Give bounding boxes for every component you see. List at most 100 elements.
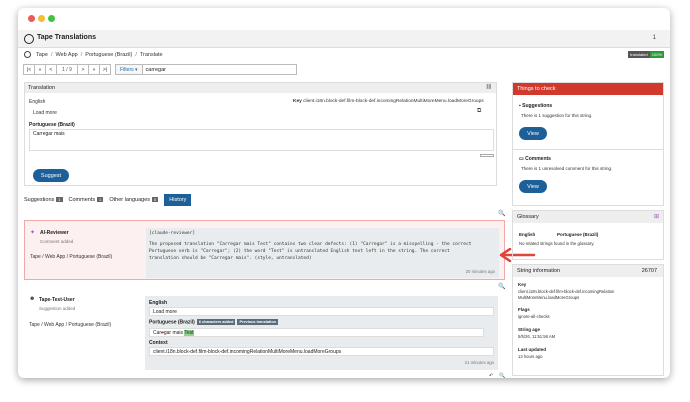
divider (513, 149, 663, 150)
status-badge-label: translated (628, 51, 650, 58)
things-to-check-card: Things to check ▪ Suggestions There is 1… (512, 82, 664, 206)
search-input[interactable]: carregar (142, 64, 297, 75)
diff-added: Test (184, 330, 194, 336)
author-name[interactable]: Tape-Test-User (39, 297, 75, 303)
key-value-line: MultiMoreMenu.loadMoreGroups (518, 295, 580, 300)
key-label: Key (293, 99, 302, 104)
suggestion-box: English Load more Portuguese (Brazil) 6 c… (145, 296, 498, 370)
translation-value: Carregar mais (33, 131, 65, 137)
glossary-empty: No related strings found in the glossary… (519, 241, 595, 246)
glossary-card: Glossary ⊞ English Portuguese (Brazil) N… (512, 210, 664, 260)
suggestions-check-text: There is 1 suggestion for this string. (521, 113, 593, 118)
tab-comments[interactable]: Comments 1 (69, 197, 104, 203)
last-button[interactable]: >| (99, 64, 111, 75)
author-name[interactable]: AI-Reviewer (40, 230, 69, 236)
comment-line: The proposed translation "Carregar mais … (149, 242, 472, 247)
zoom-dot[interactable] (48, 15, 55, 22)
string-info-card: String information 26707 Key client.i18n… (512, 264, 664, 376)
tabs: Suggestions 1 Comments 1 Other languages 0 … (24, 194, 192, 206)
tab-other-languages[interactable]: Other languages 0 (109, 197, 159, 203)
user-avatar-icon: ☻ (29, 296, 36, 302)
crumb[interactable]: Web App (45, 254, 65, 260)
link-icon[interactable]: ⛓ (486, 84, 492, 90)
revert-icon[interactable]: ↶ (489, 373, 493, 378)
glossary-col-portuguese: Portuguese (Brazil) (557, 232, 599, 237)
timestamp: 21 minutes ago (464, 360, 494, 365)
age-value: 5/5/26, 11:51:56 AM (518, 334, 556, 339)
close-dot[interactable] (28, 15, 35, 22)
target-language: Portuguese (Brazil) (29, 122, 75, 128)
diff-value: Caregar mais Test (149, 328, 484, 337)
portuguese-label-text: Portuguese (Brazil) (149, 319, 195, 326)
string-info-title: String information (517, 268, 561, 274)
top-navbar: Tape Translations 1 (18, 30, 670, 48)
tab-label: Other languages (109, 197, 151, 203)
flags-label: Flags (518, 307, 530, 312)
breadcrumb-item[interactable]: Web App (55, 52, 77, 58)
zoom-icon[interactable]: 🔍 (498, 283, 505, 290)
notification-count[interactable]: 1 (653, 35, 656, 41)
filters-label: Filters (120, 66, 134, 73)
check-title-text: Comments (525, 156, 551, 162)
glossary-title: Glossary (517, 214, 539, 220)
string-info-header: String information 26707 (513, 265, 663, 277)
tab-count: 1 (56, 197, 63, 202)
crumb[interactable]: Web App (44, 322, 64, 328)
zoom-icon[interactable]: 🔍 (499, 373, 505, 378)
history-entry-suggestion: ☻ Tape-Test-User Suggestion added Tape /… (24, 293, 505, 378)
check-title-text: Suggestions (522, 103, 553, 109)
flags-value: ignore-all-checks (518, 314, 550, 319)
key-value-line: client.i18n.block-def.film-block-def.inc… (518, 289, 615, 294)
comments-check-text: There is 1 unresolved comment for this s… (521, 166, 613, 171)
comment-line: translation should be "Carregar mais". (… (149, 256, 312, 261)
history-entry-comment: ✦ AI-Reviewer Comment added Tape / Web A… (24, 220, 505, 280)
crumb[interactable]: Tape (30, 254, 41, 260)
updated-value: 13 hours ago (518, 354, 543, 359)
tab-history[interactable]: History (164, 194, 192, 206)
comment-header: [claude-reviewer] (149, 231, 196, 236)
add-term-icon[interactable]: ⊞ (654, 213, 659, 220)
english-label: English (149, 300, 168, 306)
panel-title: Translation (28, 85, 56, 91)
translation-textarea[interactable]: Carregar mais (29, 129, 494, 151)
suggest-button[interactable]: Suggest (33, 169, 69, 182)
glossary-header: Glossary ⊞ (513, 211, 663, 223)
timestamp: 20 minutes ago (465, 269, 495, 274)
view-suggestions-button[interactable]: View (519, 127, 547, 140)
project-icon (24, 51, 31, 58)
portuguese-label: Portuguese (Brazil) 6 characters added Pre… (149, 319, 278, 325)
breadcrumb-item[interactable]: Portuguese (Brazil) (85, 52, 132, 58)
glossary-col-english: English (519, 232, 536, 237)
minimize-dot[interactable] (38, 15, 45, 22)
crumb[interactable]: Portuguese (Brazil) (68, 322, 111, 328)
key-value: client.i18n.block-def.film-block-def.inc… (303, 99, 484, 104)
position-indicator: 1 / 9 (56, 64, 78, 75)
history-breadcrumb: Tape / Web App / Portuguese (Brazil) (29, 322, 112, 328)
breadcrumb-item[interactable]: Tape (36, 52, 48, 58)
resize-handle[interactable] (480, 154, 494, 157)
english-value: Load more (149, 307, 494, 316)
copy-icon[interactable]: ⧉ (477, 108, 481, 115)
suggestions-check-title: ▪ Suggestions (519, 103, 553, 109)
source-text: Load more (33, 110, 57, 116)
translation-panel-header: Translation ⛓ (25, 83, 496, 93)
ai-sparkle-icon: ✦ (30, 230, 36, 236)
age-label: String age (518, 327, 541, 332)
breadcrumb-item[interactable]: Translate (140, 52, 163, 58)
tab-label: Suggestions (24, 197, 55, 203)
filters-dropdown[interactable]: Filters ▾ (115, 64, 143, 75)
comment-box: [claude-reviewer] The proposed translati… (146, 228, 499, 278)
comments-check-title: ▭ Comments (519, 156, 551, 162)
zoom-icon[interactable]: 🔍 (498, 210, 505, 217)
previous-chip[interactable]: Previous translation (237, 319, 278, 325)
updated-label: Last updated (518, 347, 547, 352)
crumb[interactable]: Portuguese (Brazil) (69, 254, 112, 260)
string-id: 26707 (641, 268, 657, 274)
tab-suggestions[interactable]: Suggestions 1 (24, 197, 63, 203)
history-action: Comment added (40, 239, 74, 244)
source-language: English (29, 99, 46, 105)
view-comments-button[interactable]: View (519, 180, 547, 193)
app-window: Tape Translations 1 Tape / Web App / Portu… (18, 8, 670, 378)
crumb[interactable]: Tape (29, 322, 40, 328)
tab-label: Comments (68, 197, 96, 203)
